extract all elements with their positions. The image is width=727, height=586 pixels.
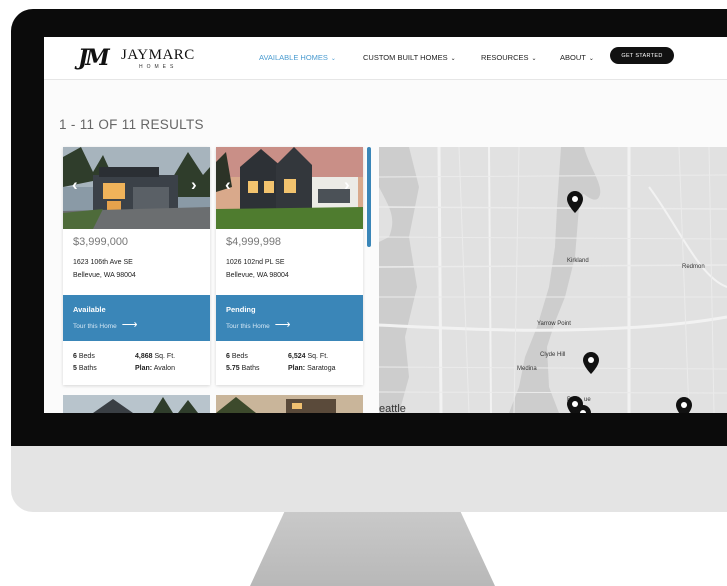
website-screen: JM JAYMARC HOMES AVAILABLE HOMES ⌄ CUSTOM… xyxy=(44,37,727,413)
sqft-spec: 4,868 Sq. Ft. xyxy=(135,353,175,360)
map-label-medina: Medina xyxy=(517,366,537,372)
logo-wordmark[interactable]: JAYMARC xyxy=(121,47,195,64)
nav-about-label: ABOUT xyxy=(560,53,586,62)
listing-photo-next-row[interactable] xyxy=(63,395,210,413)
baths-spec: 5 Baths xyxy=(73,365,97,372)
status-label: Available xyxy=(73,305,106,314)
arrow-right-icon: ⟶ xyxy=(274,319,291,331)
arrow-right-icon: ⟶ xyxy=(121,319,138,331)
photo-prev-arrow-icon[interactable]: ‹ xyxy=(225,175,231,195)
listing-address-line1: 1026 102nd PL SE xyxy=(226,259,285,266)
listing-address-line2: Bellevue, WA 98004 xyxy=(73,272,136,279)
results-map[interactable]: Kirkland Redmon Yarrow Point Clyde Hill … xyxy=(379,147,727,413)
results-scrollbar[interactable] xyxy=(367,147,371,247)
sqft-spec: 6,524 Sq. Ft. xyxy=(288,353,328,360)
listing-address-line2: Bellevue, WA 98004 xyxy=(226,272,289,279)
tour-link[interactable]: Tour this Home ⟶ xyxy=(73,318,138,331)
house-photo-2 xyxy=(216,147,363,229)
map-label-seattle: eattle xyxy=(379,403,406,413)
photo-next-arrow-icon[interactable]: › xyxy=(344,175,350,195)
plan-spec: Plan: Avalon xyxy=(135,365,175,372)
baths-label: Baths xyxy=(241,365,260,372)
plan-spec: Plan: Saratoga xyxy=(288,365,336,372)
nav-resources[interactable]: RESOURCES ⌄ xyxy=(481,53,537,62)
beds-spec: 6 Beds xyxy=(73,353,95,360)
listing-address-line1: 1623 106th Ave SE xyxy=(73,259,133,266)
get-started-button[interactable]: GET STARTED xyxy=(610,47,674,64)
monitor-chin xyxy=(11,446,727,512)
chevron-down-icon: ⌄ xyxy=(450,56,456,62)
map-label-bellevue-end: ue xyxy=(584,397,591,403)
top-nav: JM JAYMARC HOMES AVAILABLE HOMES ⌄ CUSTOM… xyxy=(44,37,727,80)
listing-photo-next-row[interactable] xyxy=(216,395,363,413)
house-photo-3 xyxy=(63,395,210,413)
map-marker-icon[interactable] xyxy=(583,352,599,374)
logo-mark[interactable]: JM xyxy=(78,45,110,71)
chevron-down-icon: ⌄ xyxy=(330,56,336,62)
plan-label: Plan: xyxy=(135,365,153,372)
nav-available-homes[interactable]: AVAILABLE HOMES ⌄ xyxy=(259,53,336,62)
map-marker-icon[interactable] xyxy=(567,191,583,213)
listing-price: $3,999,000 xyxy=(73,236,129,248)
map-canvas xyxy=(379,147,727,413)
logo-subtitle: HOMES xyxy=(139,64,178,70)
nav-custom-built-homes-label: CUSTOM BUILT HOMES xyxy=(363,53,448,62)
listing-status-panel[interactable]: Available Tour this Home ⟶ xyxy=(63,295,210,341)
photo-prev-arrow-icon[interactable]: ‹ xyxy=(72,175,78,195)
nav-resources-label: RESOURCES xyxy=(481,53,529,62)
beds-value: 6 xyxy=(226,353,230,360)
map-label-clyde-hill: Clyde Hill xyxy=(540,352,566,358)
nav-custom-built-homes[interactable]: CUSTOM BUILT HOMES ⌄ xyxy=(363,53,456,62)
listing-card[interactable]: ‹ › $4,999,998 1026 102nd PL SE Bellevue… xyxy=(216,147,363,385)
house-photo-4 xyxy=(216,395,363,413)
map-label-kirkland: Kirkland xyxy=(567,258,589,264)
listing-photo[interactable]: ‹ › xyxy=(216,147,363,229)
sqft-label: Sq. Ft. xyxy=(307,353,329,360)
nav-available-homes-label: AVAILABLE HOMES xyxy=(259,53,328,62)
tour-link-label: Tour this Home xyxy=(226,323,270,330)
photo-next-arrow-icon[interactable]: › xyxy=(191,175,197,195)
baths-value: 5.75 xyxy=(226,365,240,372)
nav-about[interactable]: ABOUT ⌄ xyxy=(560,53,594,62)
baths-spec: 5.75 Baths xyxy=(226,365,259,372)
map-marker-icon[interactable] xyxy=(676,397,692,413)
tour-link-label: Tour this Home xyxy=(73,323,117,330)
baths-value: 5 xyxy=(73,365,77,372)
baths-label: Baths xyxy=(78,365,97,372)
beds-spec: 6 Beds xyxy=(226,353,248,360)
listing-price: $4,999,998 xyxy=(226,236,282,248)
beds-label: Beds xyxy=(78,353,95,360)
sqft-value: 6,524 xyxy=(288,353,306,360)
status-label: Pending xyxy=(226,305,256,314)
plan-value: Saratoga xyxy=(307,365,336,372)
monitor-stand xyxy=(250,512,495,586)
beds-value: 6 xyxy=(73,353,77,360)
chevron-down-icon: ⌄ xyxy=(588,56,594,62)
plan-value: Avalon xyxy=(153,365,175,372)
results-count: 1 - 11 OF 11 RESULTS xyxy=(59,117,204,132)
listing-card[interactable]: ‹ › $3,999,000 1623 106th Ave SE Bellevu… xyxy=(63,147,210,385)
tour-link[interactable]: Tour this Home ⟶ xyxy=(226,318,291,331)
listing-photo[interactable]: ‹ › xyxy=(63,147,210,229)
plan-label: Plan: xyxy=(288,365,306,372)
map-label-redmond: Redmon xyxy=(682,264,705,270)
listing-status-panel[interactable]: Pending Tour this Home ⟶ xyxy=(216,295,363,341)
sqft-value: 4,868 xyxy=(135,353,153,360)
map-marker-icon[interactable] xyxy=(575,405,591,413)
map-label-yarrow-point: Yarrow Point xyxy=(537,321,571,327)
house-photo-1 xyxy=(63,147,210,229)
chevron-down-icon: ⌄ xyxy=(531,56,537,62)
beds-label: Beds xyxy=(231,353,248,360)
sqft-label: Sq. Ft. xyxy=(154,353,176,360)
